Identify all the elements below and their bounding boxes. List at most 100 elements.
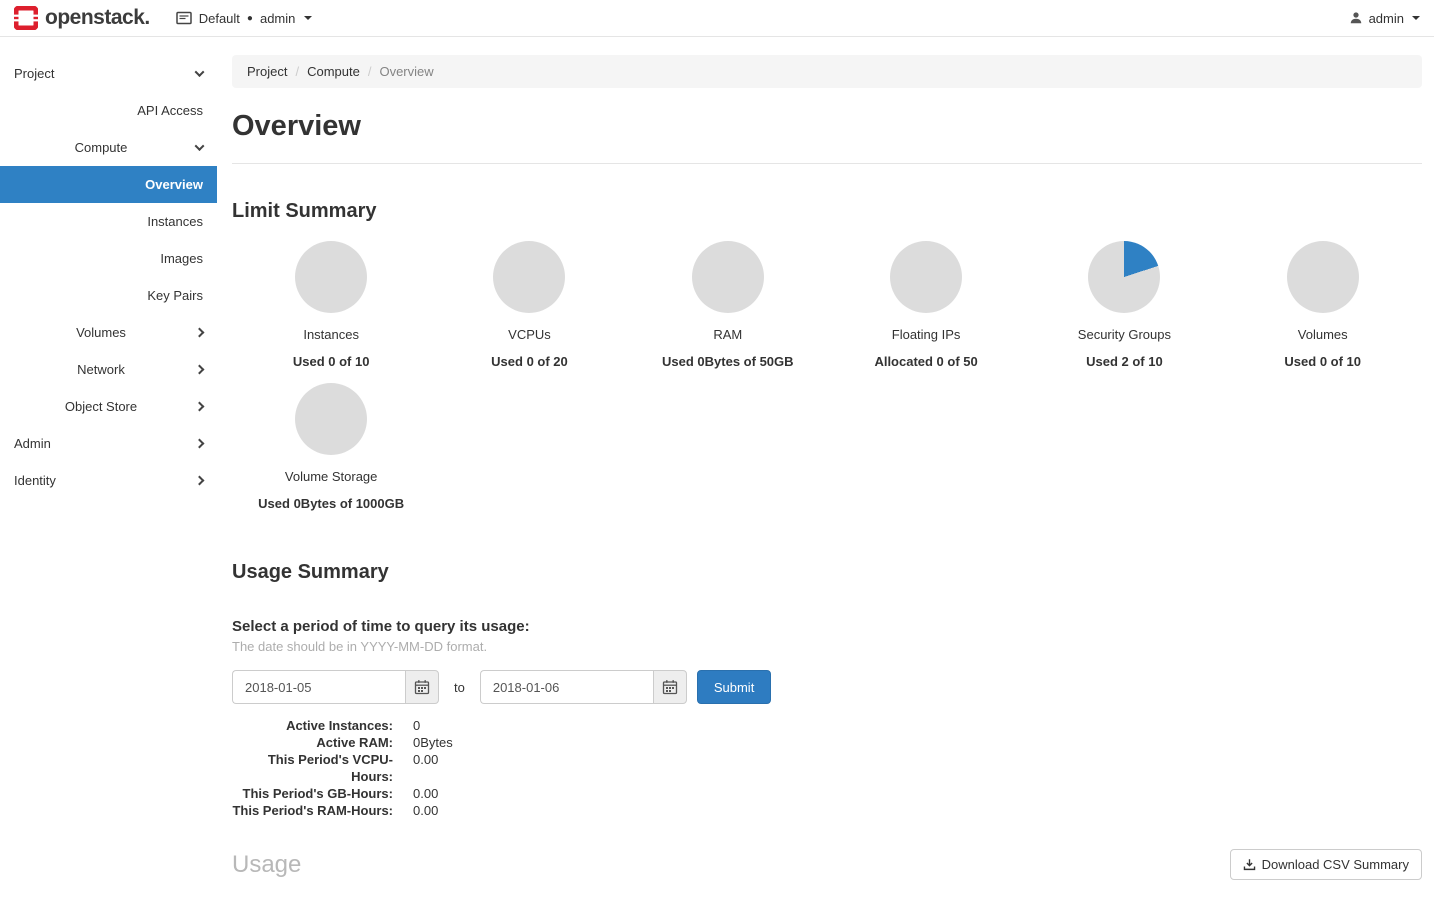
pie-caption: Used 0 of 10: [1224, 354, 1422, 369]
chevron-right-icon: [195, 439, 205, 449]
breadcrumb-item-project[interactable]: Project: [247, 64, 287, 79]
breadcrumb-item-compute[interactable]: Compute: [307, 64, 360, 79]
title-divider: [232, 163, 1422, 164]
sidebar: Project API Access Compute Overview Instance…: [0, 37, 217, 899]
download-csv-button[interactable]: Download CSV Summary: [1230, 849, 1422, 880]
stat-row: This Period's RAM-Hours:0.00: [232, 802, 1422, 819]
usage-table-header-bar: Usage Download CSV Summary: [232, 849, 1422, 880]
user-menu[interactable]: admin: [1349, 11, 1420, 26]
chevron-down-icon: [195, 141, 205, 151]
date-from-calendar-button[interactable]: [405, 670, 439, 704]
page-title: Overview: [232, 110, 1422, 143]
submit-button[interactable]: Submit: [697, 670, 771, 704]
pie-caption: Allocated 0 of 50: [827, 354, 1025, 369]
chevron-right-icon: [195, 476, 205, 486]
pie-caption: Used 2 of 10: [1025, 354, 1223, 369]
to-label: to: [454, 680, 465, 695]
download-csv-label: Download CSV Summary: [1262, 857, 1409, 872]
usage-table-title: Usage: [232, 851, 301, 879]
stat-label: This Period's GB-Hours:: [232, 785, 393, 802]
pie-label: Instances: [232, 327, 430, 342]
sidebar-item-label: Object Store: [14, 399, 188, 414]
pie-chart-instances: [295, 241, 367, 313]
pie-label: Security Groups: [1025, 327, 1223, 342]
sidebar-item-instances[interactable]: Instances: [0, 203, 217, 240]
calendar-icon: [414, 679, 430, 695]
usage-stats: Active Instances:0Active RAM:0BytesThis …: [232, 717, 1422, 819]
sidebar-item-label: Instances: [147, 214, 203, 229]
limit-summary-heading: Limit Summary: [232, 200, 1422, 223]
date-from-group: [232, 670, 439, 704]
stat-row: Active Instances:0: [232, 717, 1422, 734]
date-to-calendar-button[interactable]: [653, 670, 687, 704]
calendar-icon: [662, 679, 678, 695]
pie-chart-ram: [692, 241, 764, 313]
breadcrumb-item-overview: Overview: [379, 64, 433, 79]
date-from-input[interactable]: [232, 670, 405, 704]
sidebar-item-overview[interactable]: Overview: [0, 166, 217, 203]
pie-caption: Used 0Bytes of 50GB: [629, 354, 827, 369]
context-project: admin: [260, 11, 295, 26]
breadcrumb: Project / Compute / Overview: [232, 55, 1422, 88]
date-to-input[interactable]: [480, 670, 653, 704]
stat-label: Active RAM:: [232, 734, 393, 751]
sidebar-item-object-store[interactable]: Object Store: [0, 388, 217, 425]
chevron-right-icon: [195, 328, 205, 338]
sidebar-item-compute[interactable]: Compute: [0, 129, 217, 166]
sidebar-item-label: API Access: [137, 103, 203, 118]
limit-summary-charts: InstancesUsed 0 of 10VCPUsUsed 0 of 20RA…: [232, 241, 1422, 525]
stat-row: Active RAM:0Bytes: [232, 734, 1422, 751]
stat-value: 0Bytes: [393, 734, 453, 751]
limit-chart-floating-ips: Floating IPs Allocated 0 of 50: [827, 241, 1025, 369]
pie-chart-vcpus: [493, 241, 565, 313]
pie-chart-volume-storage: [295, 383, 367, 455]
sidebar-item-identity[interactable]: Identity: [0, 462, 217, 499]
caret-down-icon: [304, 16, 312, 20]
limit-chart-volume-storage: Volume Storage Used 0Bytes of 1000GB: [232, 383, 430, 511]
sidebar-item-key-pairs[interactable]: Key Pairs: [0, 277, 217, 314]
stat-row: This Period's VCPU-Hours:0.00: [232, 751, 1422, 785]
domain-icon: [176, 11, 192, 25]
sidebar-item-label: Compute: [14, 140, 188, 155]
sidebar-item-images[interactable]: Images: [0, 240, 217, 277]
breadcrumb-separator: /: [295, 64, 299, 79]
pie-caption: Used 0Bytes of 1000GB: [232, 496, 430, 511]
limit-chart-ram: RAM Used 0Bytes of 50GB: [629, 241, 827, 369]
brand-wordmark: openstack.: [45, 6, 150, 30]
stat-label: Active Instances:: [232, 717, 393, 734]
pie-label: Volume Storage: [232, 469, 430, 484]
context-domain: Default: [199, 11, 240, 26]
pie-label: Floating IPs: [827, 327, 1025, 342]
project-context-switcher[interactable]: Default ● admin: [176, 11, 313, 26]
breadcrumb-separator: /: [368, 64, 372, 79]
sidebar-item-label: Volumes: [14, 325, 188, 340]
chevron-right-icon: [195, 402, 205, 412]
user-icon: [1349, 11, 1363, 25]
download-icon: [1243, 858, 1256, 871]
limit-chart-security-groups: Security Groups Used 2 of 10: [1025, 241, 1223, 369]
sidebar-item-label: Admin: [14, 436, 188, 451]
sidebar-item-api-access[interactable]: API Access: [0, 92, 217, 129]
stat-label: This Period's RAM-Hours:: [232, 802, 393, 819]
sidebar-item-label: Identity: [14, 473, 188, 488]
limit-chart-volumes: VolumesUsed 0 of 10: [1224, 241, 1422, 369]
pie-chart-volumes: [1287, 241, 1359, 313]
usage-summary-heading: Usage Summary: [232, 561, 1422, 584]
pie-chart-security-groups: [1088, 241, 1160, 313]
sidebar-item-project[interactable]: Project: [0, 55, 217, 92]
stat-value: 0.00: [393, 802, 438, 819]
context-separator-dot: ●: [247, 13, 253, 24]
sidebar-item-admin[interactable]: Admin: [0, 425, 217, 462]
pie-label: VCPUs: [430, 327, 628, 342]
sidebar-item-volumes[interactable]: Volumes: [0, 314, 217, 351]
sidebar-item-label: Key Pairs: [147, 288, 203, 303]
caret-down-icon: [1412, 16, 1420, 20]
openstack-brand[interactable]: openstack.: [14, 6, 150, 30]
period-hint: The date should be in YYYY-MM-DD format.: [232, 639, 1422, 654]
pie-label: RAM: [629, 327, 827, 342]
openstack-logo-icon: [14, 6, 38, 30]
stat-value: 0.00: [393, 785, 438, 802]
sidebar-item-network[interactable]: Network: [0, 351, 217, 388]
stat-label: This Period's VCPU-Hours:: [232, 751, 393, 785]
pie-chart-floating-ips: [890, 241, 962, 313]
